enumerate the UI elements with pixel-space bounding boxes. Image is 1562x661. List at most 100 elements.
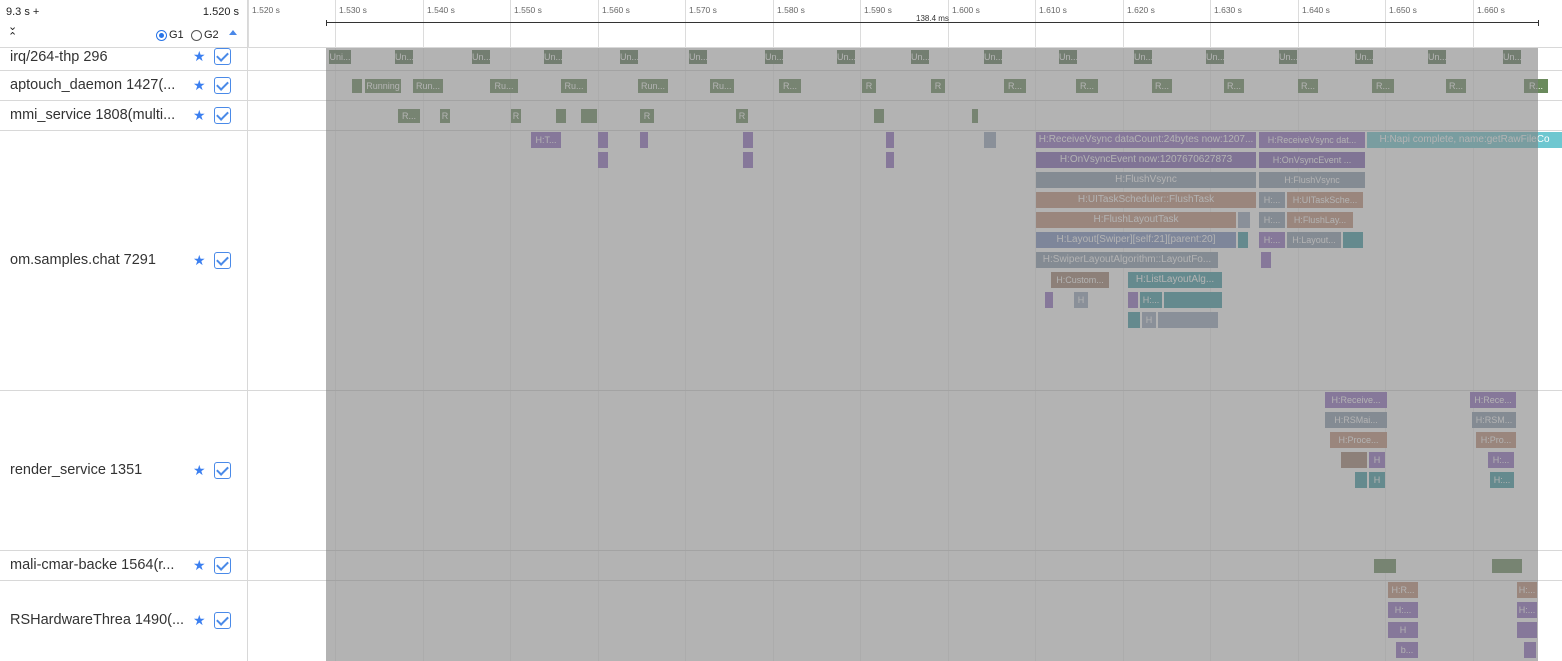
checkbox-checked-icon[interactable] (214, 107, 231, 124)
collapse-chevron-icon[interactable]: ⌄ ⌃ (8, 22, 17, 43)
trace-slice[interactable]: R (862, 79, 876, 93)
trace-slice[interactable] (1128, 312, 1140, 328)
trace-slice[interactable]: Un... (911, 50, 929, 64)
trace-slice[interactable]: H:FlushLay... (1287, 212, 1353, 228)
trace-slice[interactable]: R... (398, 109, 420, 123)
trace-slice[interactable]: H:OnVsyncEvent now:1207670627873 (1036, 152, 1256, 168)
trace-slice[interactable]: H:... (1490, 472, 1514, 488)
trace-canvas[interactable]: Uni... Un... Un... Un... Un... Un... Un.… (248, 48, 1562, 661)
trace-slice[interactable]: H:OnVsyncEvent ... (1259, 152, 1365, 168)
trace-slice[interactable]: H:Layout... (1287, 232, 1341, 248)
process-row-label[interactable]: mali-cmar-backe 1564(r... ★ (0, 551, 247, 581)
chevron-up-icon[interactable] (229, 30, 237, 35)
trace-slice[interactable]: R... (1446, 79, 1466, 93)
trace-slice[interactable] (743, 132, 753, 148)
zoom-label[interactable]: 9.3 s + (6, 6, 39, 18)
trace-slice[interactable]: Run... (413, 79, 443, 93)
trace-slice[interactable]: H:Napi complete, name:getRawFileCo (1367, 132, 1562, 148)
trace-slice[interactable]: R... (1372, 79, 1394, 93)
trace-slice[interactable] (1128, 292, 1138, 308)
time-ruler[interactable]: 1.520 s 1.530 s 1.540 s 1.550 s 1.560 s … (248, 0, 1562, 48)
trace-slice[interactable] (886, 152, 894, 168)
star-icon[interactable]: ★ (193, 77, 206, 94)
trace-slice[interactable]: Un... (1206, 50, 1224, 64)
trace-slice[interactable]: R... (1224, 79, 1244, 93)
process-row-label[interactable]: om.samples.chat 7291 ★ (0, 131, 247, 391)
star-icon[interactable]: ★ (193, 107, 206, 124)
trace-slice[interactable]: R... (1004, 79, 1026, 93)
trace-slice[interactable] (972, 109, 978, 123)
trace-slice[interactable]: Un... (1355, 50, 1373, 64)
trace-slice[interactable]: H:ListLayoutAlg... (1128, 272, 1222, 288)
trace-slice[interactable] (1261, 252, 1271, 268)
trace-slice[interactable] (1343, 232, 1363, 248)
trace-slice[interactable]: Un... (1134, 50, 1152, 64)
checkbox-checked-icon[interactable] (214, 462, 231, 479)
trace-slice[interactable] (1341, 452, 1367, 468)
process-row-label[interactable]: render_service 1351 ★ (0, 391, 247, 551)
trace-slice[interactable]: Un... (395, 50, 413, 64)
trace-slice[interactable] (984, 132, 996, 148)
process-row-label[interactable]: irq/264-thp 296 ★ (0, 48, 247, 71)
trace-slice[interactable] (556, 109, 566, 123)
trace-slice[interactable]: H:Pro... (1476, 432, 1516, 448)
trace-slice[interactable]: Running (365, 79, 401, 93)
trace-slice[interactable] (743, 152, 753, 168)
trace-slice[interactable]: H:Layout[Swiper][self:21][parent:20] (1036, 232, 1236, 248)
trace-slice[interactable]: Un... (1503, 50, 1521, 64)
trace-slice[interactable]: H:Custom... (1051, 272, 1109, 288)
star-icon[interactable]: ★ (193, 612, 206, 629)
trace-slice[interactable] (1238, 212, 1250, 228)
star-icon[interactable]: ★ (193, 462, 206, 479)
trace-slice[interactable]: H (1142, 312, 1156, 328)
trace-slice[interactable] (1164, 292, 1222, 308)
trace-slice[interactable]: H:UITaskScheduler::FlushTask (1036, 192, 1256, 208)
trace-slice[interactable]: Ru... (490, 79, 518, 93)
trace-slice[interactable]: H:RSMai... (1325, 412, 1387, 428)
trace-slice[interactable]: H:T... (531, 132, 561, 148)
trace-slice[interactable] (1374, 559, 1396, 573)
trace-slice[interactable]: H (1369, 452, 1385, 468)
trace-slice[interactable]: H:... (1517, 602, 1537, 618)
trace-slice[interactable] (581, 109, 597, 123)
trace-slice[interactable]: R (931, 79, 945, 93)
trace-slice[interactable]: Ru... (710, 79, 734, 93)
trace-slice[interactable]: Un... (837, 50, 855, 64)
trace-slice[interactable]: Un... (472, 50, 490, 64)
star-icon[interactable]: ★ (193, 252, 206, 269)
trace-slice[interactable]: H:Proce... (1330, 432, 1387, 448)
trace-slice[interactable]: H (1388, 622, 1418, 638)
trace-slice[interactable]: R... (779, 79, 801, 93)
trace-slice[interactable]: R (511, 109, 521, 123)
trace-slice[interactable]: Un... (689, 50, 707, 64)
checkbox-checked-icon[interactable] (214, 48, 231, 65)
trace-slice[interactable]: R... (1076, 79, 1098, 93)
process-row-label[interactable]: mmi_service 1808(multi... ★ (0, 101, 247, 131)
trace-slice[interactable]: H:FlushVsync (1036, 172, 1256, 188)
group2-radio[interactable]: G2 (191, 29, 219, 41)
trace-slice[interactable]: R (736, 109, 748, 123)
trace-slice[interactable]: R (440, 109, 450, 123)
trace-slice[interactable] (352, 79, 362, 93)
trace-slice[interactable]: R... (1524, 79, 1548, 93)
trace-slice[interactable]: H:... (1488, 452, 1514, 468)
trace-slice[interactable]: H:ReceiveVsync dataCount:24bytes now:120… (1036, 132, 1256, 148)
checkbox-checked-icon[interactable] (214, 612, 231, 629)
trace-slice[interactable]: H:Receive... (1325, 392, 1387, 408)
trace-slice[interactable]: Un... (765, 50, 783, 64)
trace-slice[interactable]: H:... (1259, 192, 1285, 208)
trace-slice[interactable]: H:Rece... (1470, 392, 1516, 408)
checkbox-checked-icon[interactable] (214, 557, 231, 574)
checkbox-checked-icon[interactable] (214, 252, 231, 269)
trace-slice[interactable] (1524, 642, 1536, 658)
trace-slice[interactable]: Un... (620, 50, 638, 64)
trace-slice[interactable]: H:... (1140, 292, 1162, 308)
trace-slice[interactable]: H (1369, 472, 1385, 488)
trace-slice[interactable]: Uni... (329, 50, 351, 64)
trace-slice[interactable]: H:FlushVsync (1259, 172, 1365, 188)
trace-slice[interactable]: b... (1396, 642, 1418, 658)
trace-slice[interactable]: R... (1298, 79, 1318, 93)
process-row-label[interactable]: aptouch_daemon 1427(... ★ (0, 71, 247, 101)
trace-slice[interactable] (874, 109, 884, 123)
trace-slice[interactable]: R (640, 109, 654, 123)
